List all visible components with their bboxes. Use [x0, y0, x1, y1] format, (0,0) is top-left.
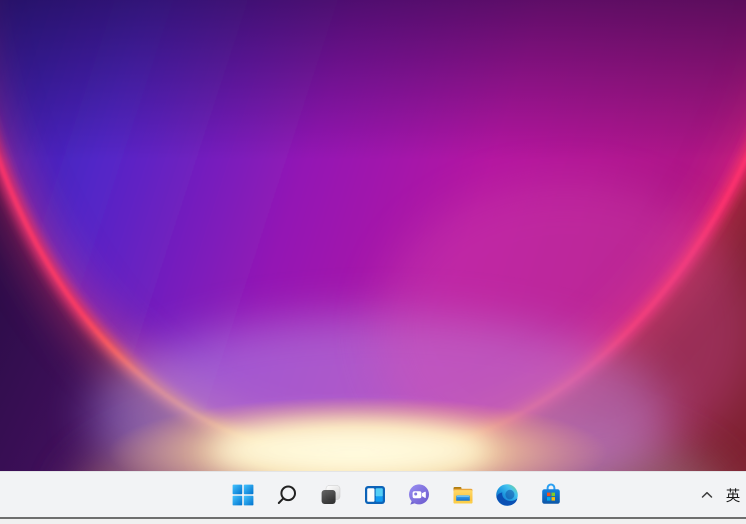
windows-logo-icon — [231, 483, 255, 507]
task-view-icon — [319, 483, 343, 507]
taskbar: 英 — [0, 471, 746, 517]
taskbar-task-view-button[interactable] — [311, 475, 351, 515]
taskbar-search-button[interactable] — [267, 475, 307, 515]
windows-desktop-screen: 英 — [0, 0, 746, 524]
taskbar-store-button[interactable] — [531, 475, 571, 515]
taskbar-widgets-button[interactable] — [355, 475, 395, 515]
folder-icon — [451, 483, 475, 507]
taskbar-tray-area: 英 — [694, 475, 746, 515]
taskbar-file-explorer-button[interactable] — [443, 475, 483, 515]
show-hidden-icons-button[interactable] — [694, 475, 720, 515]
bottom-strip — [0, 519, 746, 524]
ime-language-indicator[interactable]: 英 — [720, 475, 746, 515]
search-icon — [275, 483, 299, 507]
edge-browser-icon — [495, 483, 519, 507]
taskbar-chat-button[interactable] — [399, 475, 439, 515]
widgets-icon — [363, 483, 387, 507]
taskbar-start-button[interactable] — [223, 475, 263, 515]
chevron-up-icon — [700, 488, 714, 502]
store-bag-icon — [539, 483, 563, 507]
desktop-wallpaper[interactable] — [0, 0, 746, 471]
bloom-wallpaper-art — [0, 0, 746, 471]
taskbar-center-icons — [223, 475, 571, 515]
video-chat-icon — [407, 483, 431, 507]
taskbar-edge-button[interactable] — [487, 475, 527, 515]
